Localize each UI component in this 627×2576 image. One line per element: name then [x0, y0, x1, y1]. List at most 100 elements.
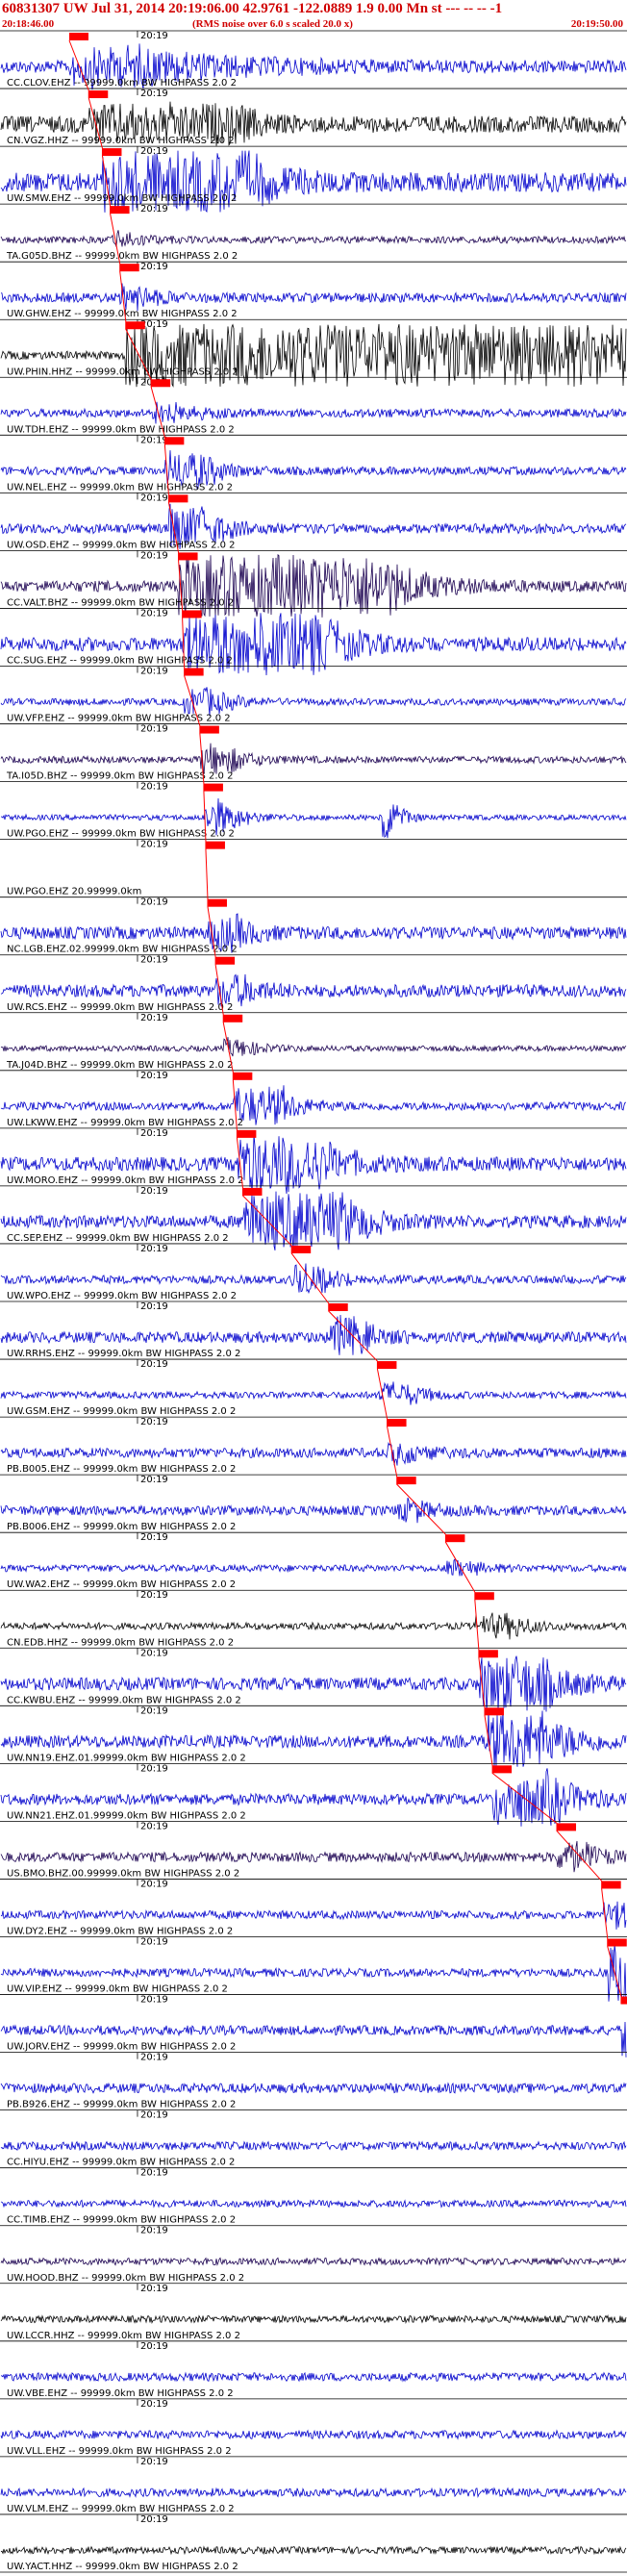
station-label: UW.LKWW.EHZ -- 99999.0km BW HIGHPASS 2.0…	[7, 1118, 243, 1128]
trace-row: 20:19 PB.B926.EHZ -- 99999.0km BW HIGHPAS…	[0, 2052, 627, 2110]
station-label: US.BMO.BHZ.00.99999.0km BW HIGHPASS 2.0 …	[7, 1868, 239, 1879]
station-label: CC.TIMB.EHZ -- 99999.0km BW HIGHPASS 2.0…	[7, 2215, 236, 2226]
waveform	[0, 1441, 627, 1466]
minute-tick-label: 20:19	[140, 550, 168, 561]
waveform	[0, 2257, 627, 2267]
trace-row: 20:19 CC.TIMB.EHZ -- 99999.0km BW HIGHPAS…	[0, 2167, 627, 2226]
minute-tick-label: 20:19	[140, 2399, 168, 2410]
station-label: UW.SMW.EHZ -- 99999.0km BW HIGHPASS 2.0 …	[7, 193, 237, 204]
seismogram-plot: 20:19CC.CLOV.EHZ -- 99999.0km BW HIGHPAS…	[0, 30, 627, 2573]
trace-row: 20:19 CC.KWBU.EHZ -- 99999.0km BW HIGHPAS…	[0, 1647, 627, 1712]
minute-tick-label: 20:19	[140, 1301, 168, 1312]
minute-tick-label: 20:19	[140, 1879, 168, 1889]
trace-row: 20:19 TA.I05D.BHZ -- 99999.0km BW HIGHPAS…	[0, 723, 627, 782]
minute-tick-label: 20:19	[140, 1937, 168, 1948]
minute-tick-label: 20:19	[140, 1763, 168, 1774]
waveform	[0, 687, 627, 717]
pick-marker	[164, 437, 185, 445]
station-label: UW.GHW.EHZ -- 99999.0km BW HIGHPASS 2.0 …	[7, 309, 238, 319]
waveform	[0, 2371, 627, 2383]
trace-row: 20:19 UW.DY2.EHZ -- 99999.0km BW HIGHPASS…	[0, 1879, 627, 1937]
trace-row: 20:19 CC.CLOV.EHZ -- 99999.0km BW HIGHPAS…	[0, 30, 627, 90]
pick-marker	[215, 956, 236, 965]
station-label: UW.WPO.EHZ -- 99999.0km BW HIGHPASS 2.0 …	[7, 1291, 237, 1301]
pick-marker	[199, 725, 219, 734]
station-label: TA.G05D.BHZ -- 99999.0km BW HIGHPASS 2.0…	[6, 251, 238, 262]
waveform	[0, 1943, 627, 2005]
pick-marker	[484, 1707, 504, 1716]
waveform	[0, 1381, 627, 1405]
pick-marker	[88, 90, 109, 99]
minute-tick-label: 20:19	[140, 2053, 168, 2063]
trace-row: 20:19 UW.WA2.EHZ -- 99999.0km BW HIGHPASS…	[0, 1531, 627, 1590]
trace-row: 20:19UW.TDH.EHZ -- 99999.0km BW HIGHPASS…	[0, 376, 627, 435]
waveform	[0, 1037, 627, 1057]
trace-row: 20:19 UW.LKWW.EHZ -- 99999.0km BW HIGHPAS…	[0, 1070, 627, 1128]
pick-marker	[223, 1014, 243, 1023]
waveform	[0, 2429, 627, 2440]
minute-tick-label: 20:19	[140, 1071, 168, 1081]
waveform	[0, 743, 627, 775]
trace-row: 20:19UW.VIP.EHZ -- 99999.0km BW HIGHPASS…	[0, 1936, 627, 2005]
trace-row: 20:19 US.BMO.BHZ.00.99999.0km BW HIGHPASS…	[0, 1821, 627, 1879]
station-label: UW.GSM.EHZ -- 99999.0km BW HIGHPASS 2.0 …	[7, 1406, 236, 1417]
trace-row: 20:19 UW.VLL.EHZ -- 99999.0km BW HIGHPASS…	[0, 2398, 627, 2457]
pick-marker	[168, 494, 188, 503]
station-label: UW.RCS.EHZ -- 99999.0km BW HIGHPASS 2.0 …	[7, 1002, 233, 1013]
minute-tick-label: 20:19	[140, 840, 168, 850]
minute-tick-label: 20:19	[140, 1013, 168, 1023]
station-label: UW.PGO.EHZ -- 99999.0km BW HIGHPASS 2.0 …	[7, 829, 235, 840]
minute-tick-label: 20:19	[140, 2226, 168, 2236]
waveform	[0, 1840, 627, 1873]
station-label: UW.NN19.EHZ.01.99999.0km BW HIGHPASS 2.0…	[7, 1753, 246, 1763]
station-label: UW.VLM.EHZ -- 99999.0km BW HIGHPASS 2.0 …	[7, 2504, 235, 2514]
minute-tick-label: 20:19	[140, 2110, 168, 2121]
trace-row: 20:19UW.PHIN.HHZ -- 99999.0km BW HIGHPAS…	[0, 318, 627, 388]
trace-row: 20:19 UW.YACT.HHZ -- 99999.0km BW HIGHPAS…	[0, 2513, 627, 2572]
pick-marker	[474, 1592, 494, 1601]
minute-tick-label: 20:19	[140, 608, 168, 619]
pick-marker	[233, 1072, 253, 1080]
station-label: CN.VGZ.HHZ -- 99999.0km BW HIGHPASS 2.0 …	[7, 136, 235, 146]
trace-row: 20:19 UW.GSM.EHZ -- 99999.0km BW HIGHPASS…	[0, 1358, 627, 1417]
station-label: CC.SUG.EHZ -- 99999.0km BW HIGHPASS 2.0 …	[7, 656, 233, 667]
trace-row: 20:19 UW.GHW.EHZ -- 99999.0km BW HIGHPASS…	[0, 261, 627, 319]
trace-row: 20:19CC.VALT.BHZ -- 99999.0km BW HIGHPAS…	[0, 550, 627, 619]
trace-row: 20:19 UW.PGO.EHZ 20.99999.0km	[0, 839, 627, 897]
station-label: CC.CLOV.EHZ -- 99999.0km BW HIGHPASS 2.0…	[7, 78, 237, 88]
station-label: UW.MORO.EHZ -- 99999.0km BW HIGHPASS 2.0…	[7, 1175, 244, 1186]
pick-marker	[396, 1477, 416, 1485]
pick-marker	[557, 1823, 577, 1831]
minute-tick-label: 20:19	[140, 1648, 168, 1658]
waveform	[0, 1612, 627, 1640]
pick-marker	[205, 841, 225, 849]
minute-tick-label: 20:19	[140, 1532, 168, 1543]
station-label: UW.JORV.EHZ -- 99999.0km BW HIGHPASS 2.0…	[7, 2042, 236, 2053]
waveform	[0, 2140, 627, 2152]
trace-row: 20:19CC.SUG.EHZ -- 99999.0km BW HIGHPASS…	[0, 608, 627, 676]
pick-marker	[607, 1938, 627, 1947]
minute-tick-label: 20:19	[140, 2341, 168, 2352]
trace-row: 20:19 NC.LGB.EHZ.02.99999.0km BW HIGHPASS…	[0, 897, 627, 955]
pick-marker	[184, 668, 204, 676]
minute-tick-label: 20:19	[140, 1244, 168, 1254]
waveform	[0, 1497, 627, 1524]
trace-row: 20:19 UW.PGO.EHZ -- 99999.0km BW HIGHPASS…	[0, 781, 627, 840]
trace-row: 20:19 CC.HIYU.EHZ -- 99999.0km BW HIGHPAS…	[0, 2109, 627, 2168]
minute-tick-label: 20:19	[140, 667, 168, 677]
minute-tick-label: 20:19	[140, 782, 168, 793]
minute-tick-label: 20:19	[140, 88, 168, 99]
minute-tick-label: 20:19	[140, 435, 168, 445]
station-label: UW.NN21.EHZ.01.99999.0km BW HIGHPASS 2.0…	[7, 1810, 246, 1821]
station-label: UW.PHIN.HHZ -- 99999.0km BW HIGHPASS 2.0…	[7, 366, 238, 377]
station-label: UW.HOOD.BHZ -- 99999.0km BW HIGHPASS 2.0…	[7, 2273, 244, 2284]
waveform	[0, 2082, 627, 2094]
trace-row: 20:19 UW.NN21.EHZ.01.99999.0km BW HIGHPAS…	[0, 1762, 627, 1827]
trace-row: 20:19 UW.VBE.EHZ -- 99999.0km BW HIGHPASS…	[0, 2340, 627, 2399]
trace-row: 20:19 UW.RCS.EHZ -- 99999.0km BW HIGHPASS…	[0, 954, 627, 1013]
pick-marker	[119, 264, 139, 272]
pick-marker	[387, 1419, 407, 1427]
trace-row: 20:19 UW.HOOD.BHZ -- 99999.0km BW HIGHPAS…	[0, 2225, 627, 2284]
trace-row: 20:19 UW.VLM.EHZ -- 99999.0km BW HIGHPASS…	[0, 2456, 627, 2514]
trace-row: 20:19 PB.B006.EHZ -- 99999.0km BW HIGHPAS…	[0, 1474, 627, 1532]
